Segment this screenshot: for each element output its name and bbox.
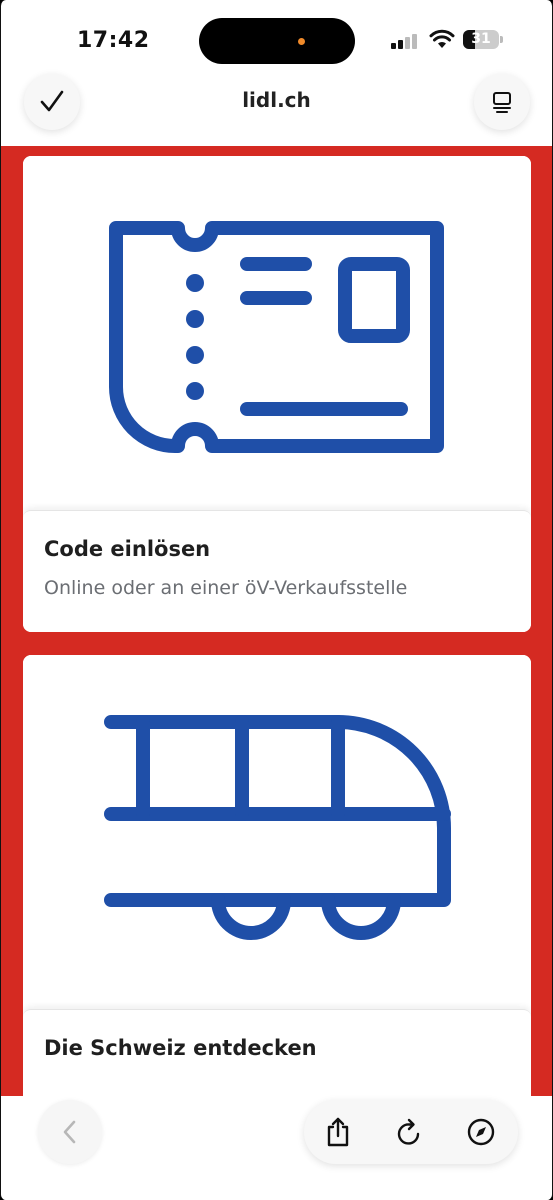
web-content: Code einlösen Online oder an einer öV-Ve…: [1, 146, 552, 1096]
recording-indicator-icon: [298, 38, 305, 45]
card-subtitle: Online oder an einer öV-Verkaufsstelle: [44, 577, 408, 599]
reload-icon: [397, 1118, 420, 1145]
chevron-left-icon: [63, 1120, 76, 1144]
battery-icon: 31: [463, 30, 499, 49]
compass-button[interactable]: [464, 1115, 498, 1149]
phone-screen: 17:42 31 lidl.ch Code einlösen Online od…: [0, 0, 553, 1200]
compass-icon: [467, 1118, 495, 1146]
share-button[interactable]: [321, 1115, 355, 1149]
card-caption: Code einlösen Online oder an einer öV-Ve…: [23, 510, 531, 632]
train-icon: [104, 715, 451, 940]
card-title: Code einlösen: [44, 537, 211, 561]
share-icon: [327, 1117, 349, 1147]
browser-bottom-bar: [1, 1096, 552, 1200]
reload-button[interactable]: [392, 1115, 426, 1149]
wifi-icon: [429, 29, 455, 48]
back-button[interactable]: [38, 1100, 102, 1164]
cellular-signal-icon: [391, 33, 421, 49]
browser-actions: [304, 1100, 518, 1164]
ticket-icon: [109, 221, 444, 453]
status-bar: 17:42 31: [1, 0, 552, 80]
card-caption: Die Schweiz entdecken: [23, 1009, 531, 1096]
battery-level: 31: [471, 31, 491, 47]
card-image: [23, 655, 531, 1009]
address-bar-url[interactable]: lidl.ch: [1, 88, 552, 112]
card-code-einloesen[interactable]: Code einlösen Online oder an einer öV-Ve…: [23, 156, 531, 632]
card-title: Die Schweiz entdecken: [44, 1036, 317, 1060]
status-time: 17:42: [77, 28, 150, 53]
card-schweiz-entdecken[interactable]: Die Schweiz entdecken: [23, 655, 531, 1096]
tab-overview-button[interactable]: [474, 74, 530, 130]
card-image: [23, 156, 531, 510]
tab-overview-icon: [493, 92, 511, 113]
dynamic-island: [199, 18, 355, 64]
browser-toolbar: lidl.ch: [1, 70, 552, 146]
